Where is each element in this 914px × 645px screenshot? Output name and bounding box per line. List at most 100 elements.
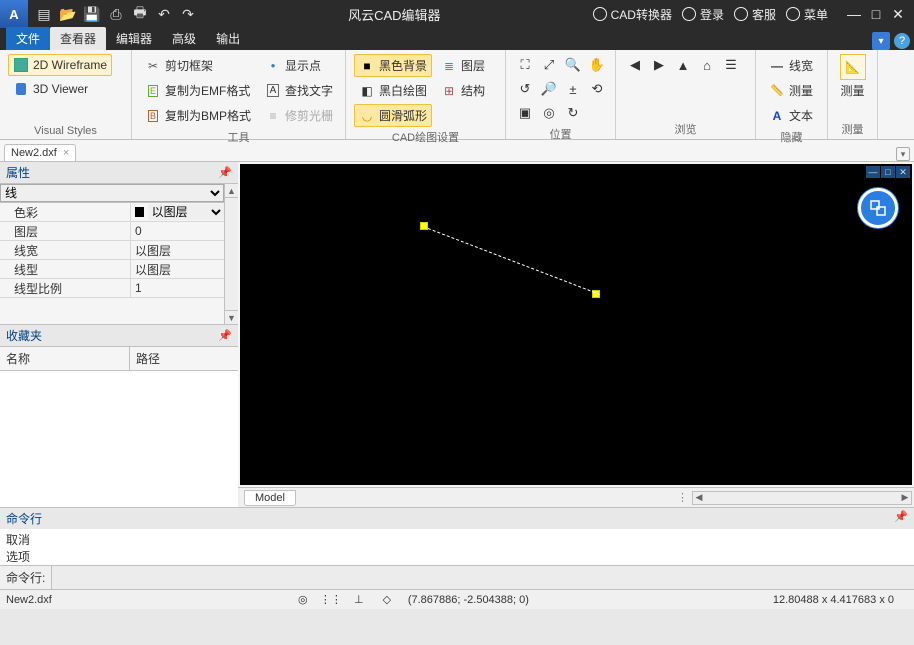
bwdraw-button[interactable]: 黑白绘图	[354, 79, 432, 102]
login-button[interactable]: 登录	[682, 6, 724, 23]
zoom-in-icon[interactable]: 🔍	[562, 54, 584, 76]
cmd-pin-icon[interactable]: 📌	[894, 510, 908, 527]
property-value[interactable]: 1	[130, 279, 224, 297]
measure-big-button[interactable]: 📐 测量	[836, 54, 869, 119]
zoom-window-icon[interactable]: ⛶	[514, 54, 536, 76]
wireframe-button[interactable]: 2D Wireframe	[8, 54, 112, 76]
property-value[interactable]: 以图层	[130, 260, 224, 278]
command-input[interactable]	[52, 566, 914, 589]
copy-bmp-button[interactable]: 复制为BMP格式	[140, 104, 256, 127]
property-row[interactable]: 图层0	[0, 222, 224, 241]
tab-advanced[interactable]: 高级	[162, 27, 206, 50]
layer-button[interactable]: 图层	[436, 54, 490, 77]
help-icon[interactable]: ?	[894, 33, 910, 49]
property-select[interactable]: 以图层	[148, 204, 224, 220]
snap-icon[interactable]: ◎	[296, 593, 310, 607]
saveall-icon[interactable]: ⎙	[106, 4, 126, 24]
crop-button[interactable]: 剪切框架	[140, 54, 256, 77]
view-top-icon[interactable]: ▣	[514, 102, 536, 124]
close-tab-icon[interactable]: ×	[63, 147, 69, 159]
left-panel: 属性 📌 线 色彩以图层图层0线宽以图层线型以图层线型比例1 ▲ ▼ 收藏夹 📌	[0, 162, 238, 507]
canvas-max-icon[interactable]: □	[881, 166, 895, 178]
fav-pin-icon[interactable]: 📌	[218, 329, 232, 342]
ortho-icon[interactable]: ⊥	[352, 593, 366, 607]
struct-button[interactable]: 结构	[436, 79, 490, 102]
object-type-select[interactable]: 线	[0, 184, 224, 202]
canvas-close-icon[interactable]: ✕	[896, 166, 910, 178]
property-value[interactable]: 以图层	[130, 203, 224, 221]
copy-emf-button[interactable]: 复制为EMF格式	[140, 79, 256, 102]
model-tab[interactable]: Model	[244, 490, 296, 506]
pan-icon[interactable]: ✋	[586, 54, 608, 76]
bw-icon	[359, 83, 375, 99]
zoom-prev-icon[interactable]: ↺	[514, 78, 536, 100]
viewer3d-button[interactable]: 3D Viewer	[8, 78, 112, 100]
browse-list-icon[interactable]: ☰	[720, 54, 742, 76]
print-icon[interactable]: 🖶	[130, 4, 150, 24]
document-tab[interactable]: New2.dxf ×	[4, 144, 76, 161]
browse-prev-icon[interactable]: ◀	[624, 54, 646, 76]
service-button[interactable]: 客服	[734, 6, 776, 23]
zoom-realtime-icon[interactable]: ±	[562, 78, 584, 100]
save-icon[interactable]: 💾	[82, 4, 102, 24]
osnap-icon[interactable]: ◇	[380, 593, 394, 607]
favorites-title: 收藏夹	[6, 327, 42, 344]
open-icon[interactable]: 📂	[58, 4, 78, 24]
grid-icon[interactable]: ⋮⋮	[324, 593, 338, 607]
hscroll-right-icon[interactable]: ▶	[899, 492, 911, 503]
layer-icon	[441, 58, 457, 74]
scroll-down-icon[interactable]: ▼	[225, 310, 238, 324]
undo-icon[interactable]: ↶	[154, 4, 174, 24]
horizontal-scrollbar[interactable]: ◀ ▶	[692, 491, 912, 505]
canvas-min-icon[interactable]: —	[866, 166, 880, 178]
menu-button[interactable]: 菜单	[786, 6, 828, 23]
property-value[interactable]: 以图层	[130, 241, 224, 259]
findtext-button[interactable]: 查找文字	[260, 79, 338, 102]
zoom-extents-icon[interactable]: ⤢	[538, 54, 560, 76]
redo-icon[interactable]: ↷	[178, 4, 198, 24]
property-value[interactable]: 0	[130, 222, 224, 240]
drawing-canvas[interactable]: — □ ✕	[240, 164, 912, 485]
command-header: 命令行 📌	[0, 508, 914, 529]
refresh-icon[interactable]: ↻	[562, 102, 584, 124]
rotate3d-icon[interactable]: ⟲	[586, 78, 608, 100]
properties-scrollbar[interactable]: ▲ ▼	[224, 184, 238, 324]
tab-viewer[interactable]: 查看器	[50, 27, 106, 50]
showpoint-button[interactable]: 显示点	[260, 54, 338, 77]
browse-home-icon[interactable]: ⌂	[696, 54, 718, 76]
selected-line[interactable]	[428, 228, 600, 295]
style-dropdown-icon[interactable]: ▾	[872, 32, 890, 50]
new-icon[interactable]: ▤	[34, 4, 54, 24]
trim-icon	[265, 108, 281, 124]
layer-label: 图层	[461, 57, 485, 74]
property-row[interactable]: 色彩以图层	[0, 203, 224, 222]
hscroll-left-icon[interactable]: ◀	[693, 492, 705, 503]
maximize-button[interactable]: □	[868, 6, 884, 22]
text-button[interactable]: 文本	[764, 104, 818, 127]
tabs-dropdown-icon[interactable]: ▾	[896, 147, 910, 161]
minimize-button[interactable]: —	[846, 6, 862, 22]
tab-file[interactable]: 文件	[6, 27, 50, 50]
float-action-button[interactable]	[858, 188, 898, 228]
pin-icon[interactable]: 📌	[218, 166, 232, 179]
lineweight-icon	[769, 58, 785, 74]
measure-button[interactable]: 测量	[764, 79, 818, 102]
tab-output[interactable]: 输出	[206, 27, 250, 50]
property-row[interactable]: 线宽以图层	[0, 241, 224, 260]
smootharc-button[interactable]: 圆滑弧形	[354, 104, 432, 127]
findtext-label: 查找文字	[285, 82, 333, 99]
ruler-icon	[769, 83, 785, 99]
property-row[interactable]: 线型比例1	[0, 279, 224, 298]
zoom-out-icon[interactable]: 🔎	[538, 78, 560, 100]
orbit-icon[interactable]: ◎	[538, 102, 560, 124]
close-button[interactable]: ✕	[890, 6, 906, 22]
property-row[interactable]: 线型以图层	[0, 260, 224, 279]
command-input-row: 命令行:	[0, 565, 914, 589]
browse-next-icon[interactable]: ▶	[648, 54, 670, 76]
tab-editor[interactable]: 编辑器	[106, 27, 162, 50]
browse-up-icon[interactable]: ▲	[672, 54, 694, 76]
scroll-up-icon[interactable]: ▲	[225, 184, 238, 198]
blackbg-button[interactable]: 黑色背景	[354, 54, 432, 77]
lineweight-button[interactable]: 线宽	[764, 54, 818, 77]
cad-converter-button[interactable]: CAD转换器	[593, 6, 672, 23]
